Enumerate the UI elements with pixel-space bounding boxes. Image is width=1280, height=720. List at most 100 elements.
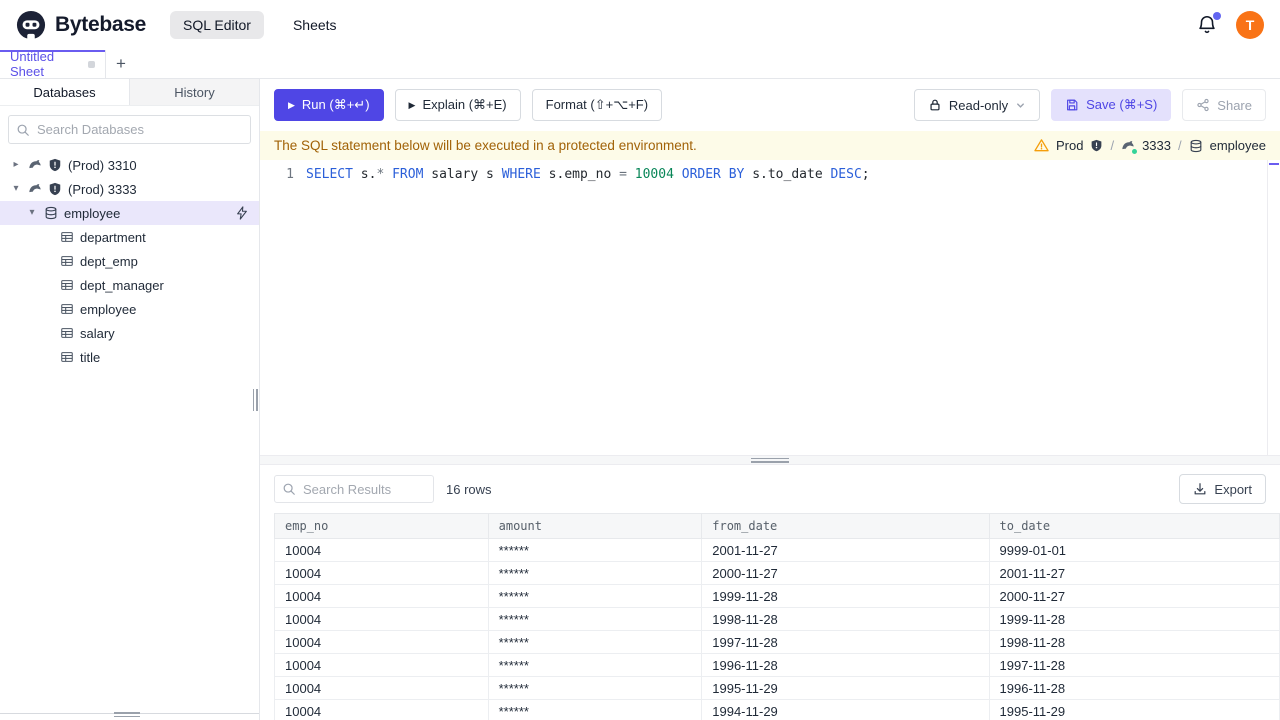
play-icon: ▶ [408, 99, 416, 110]
table-cell[interactable]: 10004 [274, 699, 489, 720]
table-cell[interactable]: 10004 [274, 561, 489, 585]
main-panel: ▶ Run (⌘+↵) ▶ Explain (⌘+E) Format (⇧+⌥+… [260, 79, 1280, 720]
notifications-bell-icon[interactable] [1196, 12, 1221, 36]
table-cell[interactable]: ****** [487, 561, 703, 585]
toolbar-right: Read-only Save (⌘+S) Share [913, 89, 1266, 121]
table-row[interactable]: 10004 ****** 1996-11-28 1997-11-28 [274, 653, 1280, 677]
table-cell[interactable]: 2000-11-27 [988, 584, 1280, 608]
table-cell[interactable]: 10004 [274, 538, 489, 562]
tree-item-dept-emp[interactable]: dept_emp [0, 249, 259, 273]
sidebar-bottom-resize-handle[interactable] [114, 711, 140, 718]
table-cell[interactable]: 9999-01-01 [988, 538, 1280, 562]
table-row[interactable]: 10004 ****** 2000-11-27 2001-11-27 [274, 561, 1280, 585]
chevron-expanded-icon[interactable]: ▾ [26, 208, 38, 218]
tab-databases[interactable]: Databases [0, 79, 130, 105]
share-button[interactable]: Share [1182, 89, 1266, 121]
table-cell[interactable]: 2001-11-27 [988, 561, 1280, 585]
tree-item-employee[interactable]: ▾ employee [0, 201, 259, 225]
sql-token-keyword: SELECT [306, 167, 353, 182]
table-cell[interactable]: ****** [487, 653, 703, 677]
table-cell[interactable]: 1997-11-28 [701, 630, 990, 654]
table-cell[interactable]: 2001-11-27 [701, 538, 990, 562]
results-panel-splitter[interactable] [260, 455, 1280, 465]
toolbar-left: ▶ Run (⌘+↵) ▶ Explain (⌘+E) Format (⇧+⌥+… [274, 89, 663, 121]
table-cell[interactable]: 1999-11-28 [701, 584, 990, 608]
export-button[interactable]: Export [1179, 474, 1266, 504]
table-cell[interactable]: 1996-11-28 [701, 653, 990, 677]
breadcrumb-environment[interactable]: Prod [1056, 138, 1083, 153]
tree-item-title[interactable]: title [0, 345, 259, 369]
table-cell[interactable]: 1999-11-28 [988, 607, 1280, 631]
header-actions: T [1196, 11, 1264, 39]
table-cell[interactable]: 2000-11-27 [701, 561, 990, 585]
table-row[interactable]: 10004 ****** 1997-11-28 1998-11-28 [274, 630, 1280, 654]
column-header-emp_no[interactable]: emp_no [274, 513, 489, 539]
table-cell[interactable]: 1994-11-29 [701, 699, 990, 720]
breadcrumb-database[interactable]: employee [1210, 138, 1266, 153]
results-toolbar: 16 rows Export [260, 465, 1280, 510]
database-search-input[interactable] [8, 115, 251, 144]
column-header-amount[interactable]: amount [487, 513, 703, 539]
breadcrumb-instance[interactable]: 3333 [1142, 138, 1171, 153]
tree-item-prod-3310[interactable]: ▸ (Prod) 3310 [0, 153, 259, 177]
table-row[interactable]: 10004 ****** 1995-11-29 1996-11-28 [274, 676, 1280, 700]
table-cell[interactable]: 1995-11-29 [701, 676, 990, 700]
editor-scrollbar[interactable] [1267, 160, 1280, 455]
tree-item-employee[interactable]: employee [0, 297, 259, 321]
table-row[interactable]: 10004 ****** 1998-11-28 1999-11-28 [274, 607, 1280, 631]
table-cell[interactable]: 10004 [274, 630, 489, 654]
bolt-icon[interactable] [235, 206, 249, 220]
table-icon [60, 302, 74, 316]
tree-item-prod-3333[interactable]: ▾ (Prod) 3333 [0, 177, 259, 201]
table-cell[interactable]: ****** [487, 584, 703, 608]
sql-token-operator: = [619, 167, 627, 182]
table-cell[interactable]: 10004 [274, 653, 489, 677]
mysql-icon [1121, 139, 1138, 154]
explain-button[interactable]: ▶ Explain (⌘+E) [394, 89, 521, 121]
add-sheet-button[interactable]: + [106, 50, 136, 78]
tree-item-label: dept_emp [80, 253, 138, 269]
table-cell[interactable]: ****** [487, 538, 703, 562]
search-icon [16, 123, 30, 137]
table-cell[interactable]: ****** [487, 676, 703, 700]
sql-editor[interactable]: 1 SELECT s.* FROM salary s WHERE s.emp_n… [260, 160, 1280, 455]
table-cell[interactable]: ****** [487, 630, 703, 654]
tab-history[interactable]: History [130, 79, 259, 105]
table-cell[interactable]: 1996-11-28 [988, 676, 1280, 700]
protected-environment-banner: The SQL statement below will be executed… [260, 131, 1280, 160]
instance-status-dot [1132, 148, 1138, 154]
run-button[interactable]: ▶ Run (⌘+↵) [274, 89, 384, 121]
column-header-to_date[interactable]: to_date [988, 513, 1280, 539]
chevron-expanded-icon[interactable]: ▾ [10, 184, 22, 194]
chevron-collapsed-icon[interactable]: ▸ [10, 160, 22, 170]
table-cell[interactable]: 1998-11-28 [701, 607, 990, 631]
column-header-from_date[interactable]: from_date [701, 513, 990, 539]
tree-item-dept-manager[interactable]: dept_manager [0, 273, 259, 297]
table-cell[interactable]: 10004 [274, 607, 489, 631]
table-row[interactable]: 10004 ****** 1994-11-29 1995-11-29 [274, 699, 1280, 720]
table-row[interactable]: 10004 ****** 1999-11-28 2000-11-27 [274, 584, 1280, 608]
shield-icon [1090, 139, 1103, 152]
table-cell[interactable]: 1997-11-28 [988, 653, 1280, 677]
nav-sheets[interactable]: Sheets [280, 11, 350, 39]
format-button[interactable]: Format (⇧+⌥+F) [531, 89, 663, 121]
table-cell[interactable]: 10004 [274, 584, 489, 608]
table-cell[interactable]: 1995-11-29 [988, 699, 1280, 720]
table-cell[interactable]: ****** [487, 607, 703, 631]
sidebar-resize-handle[interactable] [251, 387, 259, 413]
save-button[interactable]: Save (⌘+S) [1051, 89, 1172, 121]
table-icon [60, 230, 74, 244]
nav-sql-editor[interactable]: SQL Editor [169, 11, 264, 39]
tree-item-department[interactable]: department [0, 225, 259, 249]
tree-item-salary[interactable]: salary [0, 321, 259, 345]
readonly-mode-button[interactable]: Read-only [913, 89, 1041, 121]
table-row[interactable]: 10004 ****** 2001-11-27 9999-01-01 [274, 538, 1280, 562]
bytebase-brand[interactable]: Bytebase [16, 10, 146, 40]
results-search-input[interactable] [274, 475, 434, 503]
table-cell[interactable]: ****** [487, 699, 703, 720]
table-cell[interactable]: 1998-11-28 [988, 630, 1280, 654]
table-cell[interactable]: 10004 [274, 676, 489, 700]
database-icon [1189, 139, 1203, 153]
avatar[interactable]: T [1236, 11, 1264, 39]
sheet-tab-untitled[interactable]: Untitled Sheet [0, 49, 106, 79]
